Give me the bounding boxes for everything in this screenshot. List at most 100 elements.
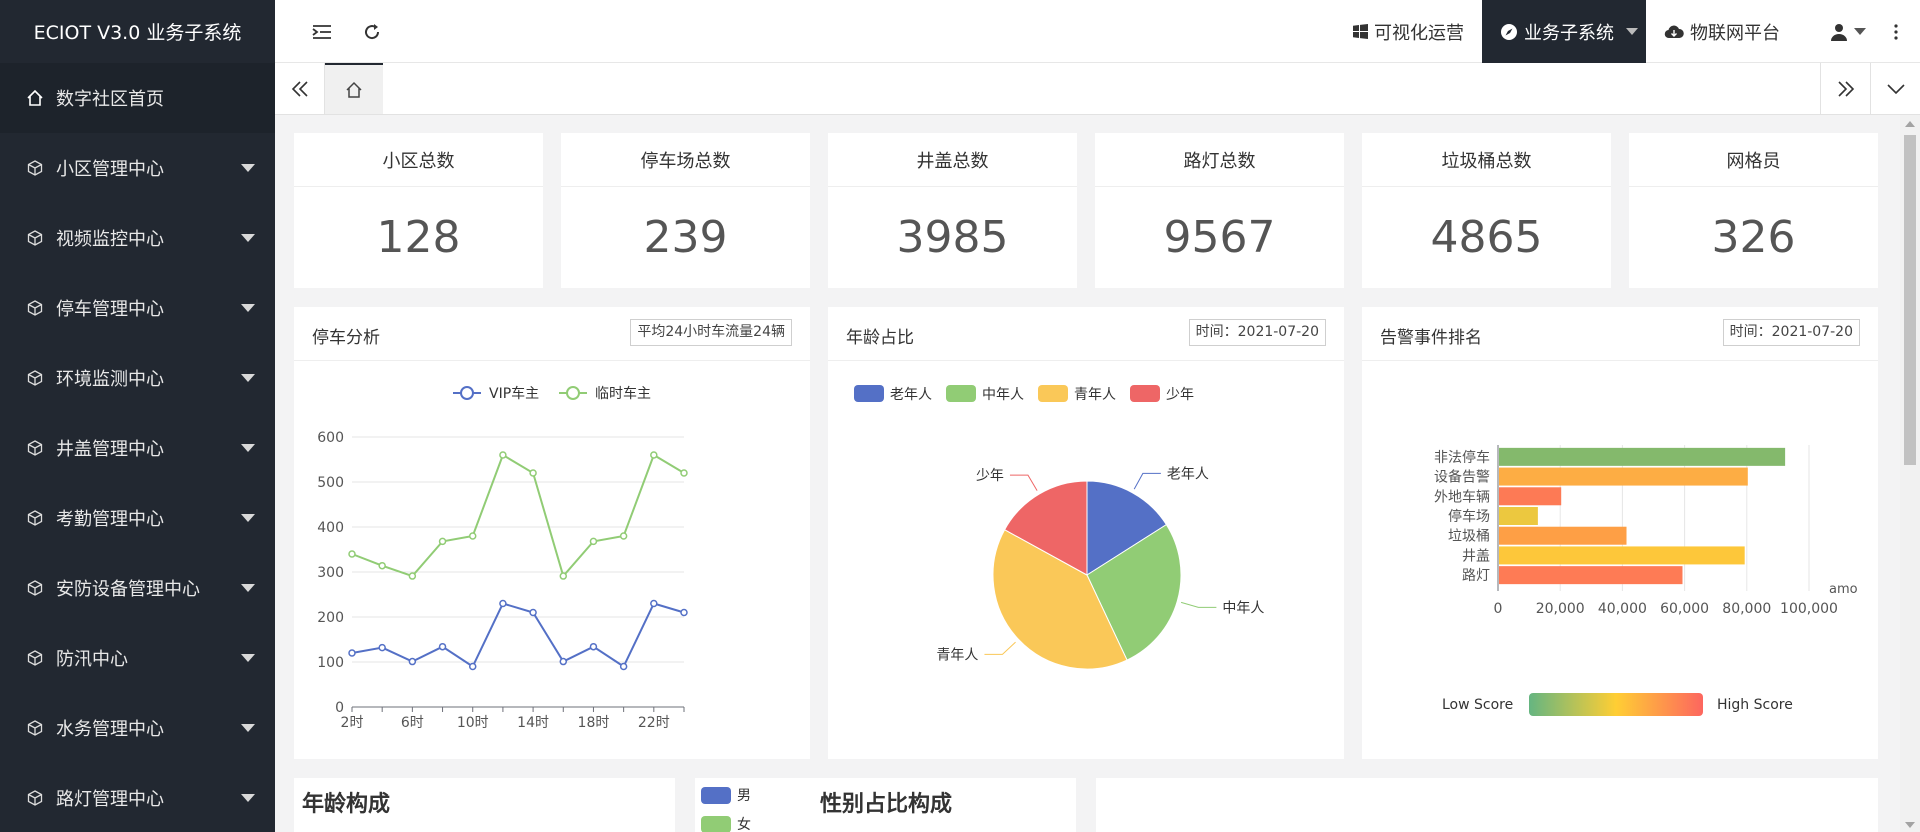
x-tick-label: 14时 bbox=[517, 715, 549, 731]
slice-label: 老年人 bbox=[1167, 466, 1209, 482]
legend-item[interactable]: 女 bbox=[701, 814, 751, 832]
scroll-down-icon[interactable] bbox=[1905, 822, 1915, 828]
stat-value: 239 bbox=[643, 211, 728, 263]
double-chevron-right-icon bbox=[1837, 80, 1854, 97]
data-point bbox=[680, 469, 688, 477]
stat-card: 垃圾桶总数 4865 bbox=[1362, 133, 1611, 288]
stat-value: 4865 bbox=[1430, 211, 1543, 263]
more-options-button[interactable] bbox=[1884, 0, 1920, 63]
x-tick-label: 60,000 bbox=[1660, 601, 1709, 617]
legend-swatch bbox=[946, 385, 976, 402]
sidebar-item-manhole[interactable]: 井盖管理中心 bbox=[0, 413, 275, 483]
data-point bbox=[559, 657, 568, 666]
tabs-scroll-left-button[interactable] bbox=[275, 63, 325, 114]
data-point bbox=[650, 599, 658, 608]
sidebar-item-label: 井盖管理中心 bbox=[56, 439, 164, 460]
legend-swatch bbox=[701, 786, 731, 804]
sidebar-item-label: 路灯管理中心 bbox=[56, 789, 164, 810]
data-point bbox=[589, 642, 598, 651]
sidebar-item-parking[interactable]: 停车管理中心 bbox=[0, 273, 275, 343]
data-point bbox=[408, 657, 417, 666]
x-tick-label: 80,000 bbox=[1722, 601, 1771, 617]
bar bbox=[1499, 507, 1538, 525]
nav-iot-platform[interactable]: 物联网平台 bbox=[1646, 0, 1798, 63]
bar bbox=[1499, 526, 1627, 545]
refresh-button[interactable] bbox=[347, 0, 397, 63]
more-vertical-icon bbox=[1894, 23, 1898, 40]
scroll-up-icon[interactable] bbox=[1905, 121, 1915, 127]
main-content: 小区总数 128 停车场总数 239 井盖总数 3985 路灯总数 9567 垃圾桶总数… bbox=[275, 115, 1900, 832]
caret-down-icon bbox=[241, 584, 255, 592]
sidebar-menu: 数字社区首页 小区管理中心 视频监控中心 停车管理中心 环境监测中心 井盖管理中… bbox=[0, 63, 275, 832]
legend-swatch bbox=[1038, 385, 1068, 402]
stat-title: 井盖总数 bbox=[828, 133, 1077, 187]
cube-icon bbox=[24, 647, 46, 669]
data-point bbox=[468, 662, 477, 671]
caret-down-icon bbox=[241, 724, 255, 732]
legend-label: 少年 bbox=[1166, 387, 1194, 403]
sidebar-item-video[interactable]: 视频监控中心 bbox=[0, 203, 275, 273]
sidebar-item-community[interactable]: 小区管理中心 bbox=[0, 133, 275, 203]
cube-icon bbox=[24, 157, 46, 179]
panel-title: 停车分析 bbox=[312, 328, 380, 348]
x-tick-label: 6时 bbox=[401, 715, 424, 731]
y-tick-label: 非法停车 bbox=[1434, 449, 1490, 466]
label-line bbox=[984, 641, 1016, 655]
legend-item[interactable]: 男 bbox=[701, 785, 751, 805]
panel-title: 告警事件排名 bbox=[1380, 328, 1482, 348]
caret-down-icon bbox=[1854, 28, 1866, 35]
alarm-ranking-panel: 告警事件排名 时间：2021-07-20 0 20,000 40,000 60,000… bbox=[1362, 307, 1878, 759]
x-tick-label: 0 bbox=[1494, 601, 1503, 617]
bar bbox=[1499, 487, 1562, 506]
series-line bbox=[351, 453, 685, 579]
nav-visual-ops[interactable]: 可视化运营 bbox=[1335, 0, 1482, 63]
data-point bbox=[378, 561, 386, 570]
caret-down-icon bbox=[241, 234, 255, 242]
visual-map-low-label: Low Score bbox=[1442, 697, 1513, 713]
sidebar-item-streetlight[interactable]: 路灯管理中心 bbox=[0, 763, 275, 832]
cube-icon bbox=[24, 367, 46, 389]
sidebar-item-environment[interactable]: 环境监测中心 bbox=[0, 343, 275, 413]
caret-down-icon bbox=[1626, 28, 1638, 35]
series-line bbox=[351, 602, 685, 668]
sidebar-item-label: 小区管理中心 bbox=[56, 159, 164, 180]
stat-title: 网格员 bbox=[1629, 133, 1878, 187]
tabs-dropdown-button[interactable] bbox=[1870, 63, 1920, 114]
sidebar-item-flood[interactable]: 防汛中心 bbox=[0, 623, 275, 693]
x-tick-label: 40,000 bbox=[1598, 601, 1647, 617]
sidebar-item-label: 水务管理中心 bbox=[56, 719, 164, 740]
y-tick-label: 200 bbox=[317, 610, 344, 626]
stat-title: 路灯总数 bbox=[1095, 133, 1344, 187]
user-menu[interactable] bbox=[1798, 0, 1884, 63]
page-scrollbar[interactable] bbox=[1900, 115, 1920, 832]
label-line bbox=[1180, 601, 1217, 608]
legend-swatch bbox=[1130, 385, 1160, 402]
scrollbar-thumb[interactable] bbox=[1904, 135, 1916, 465]
sidebar-item-attendance[interactable]: 考勤管理中心 bbox=[0, 483, 275, 553]
sidebar-item-home[interactable]: 数字社区首页 bbox=[0, 63, 275, 133]
panel-title: 年龄占比 bbox=[846, 328, 914, 348]
nav-business-subsystem[interactable]: 业务子系统 bbox=[1482, 0, 1646, 63]
stat-value: 128 bbox=[376, 211, 461, 263]
legend-label: VIP车主 bbox=[489, 385, 539, 402]
x-tick-label: 100,000 bbox=[1780, 601, 1838, 617]
sidebar-item-label: 视频监控中心 bbox=[56, 229, 164, 250]
y-tick-label: 300 bbox=[317, 565, 344, 581]
data-point bbox=[619, 532, 628, 540]
y-tick-label: 路灯 bbox=[1462, 568, 1490, 584]
legend-label: 中年人 bbox=[982, 387, 1024, 403]
cube-icon bbox=[24, 437, 46, 459]
bar bbox=[1499, 546, 1745, 565]
sidebar: ECIOT V3.0 业务子系统 数字社区首页 小区管理中心 视频监控中心 停车… bbox=[0, 0, 275, 832]
sidebar-item-water[interactable]: 水务管理中心 bbox=[0, 693, 275, 763]
y-tick-label: 停车场 bbox=[1448, 508, 1490, 525]
menu-toggle-button[interactable] bbox=[297, 0, 347, 63]
caret-down-icon bbox=[241, 654, 255, 662]
tab-home[interactable] bbox=[325, 63, 383, 114]
caret-down-icon bbox=[241, 514, 255, 522]
data-point bbox=[650, 451, 658, 459]
tabs-scroll-right-button[interactable] bbox=[1820, 63, 1870, 114]
x-tick-label: 2时 bbox=[341, 715, 364, 731]
sidebar-item-security[interactable]: 安防设备管理中心 bbox=[0, 553, 275, 623]
sidebar-item-label: 安防设备管理中心 bbox=[56, 579, 200, 600]
